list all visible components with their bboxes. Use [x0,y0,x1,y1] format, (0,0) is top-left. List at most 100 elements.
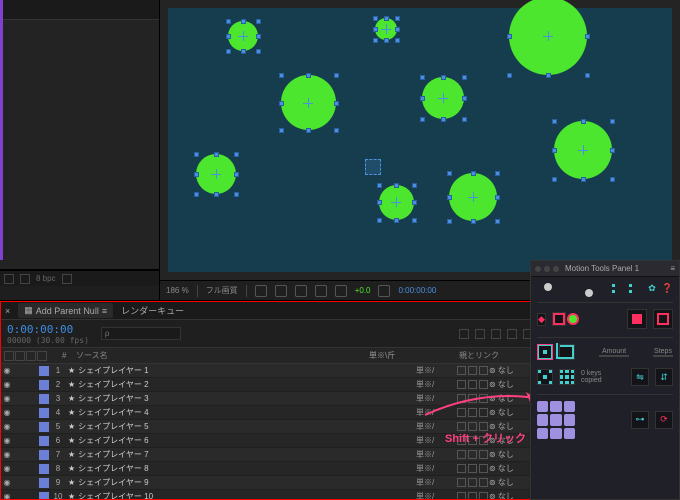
align-tool[interactable] [537,369,553,385]
selection-handle[interactable] [462,96,467,101]
selection-handle[interactable] [471,171,476,176]
selection-handle[interactable] [581,177,586,182]
selection-handle[interactable] [447,219,452,224]
canvas[interactable] [168,8,672,272]
switch-1[interactable] [457,394,466,403]
selection-handle[interactable] [610,148,615,153]
header-icon[interactable] [475,329,485,339]
outline-rect-tool[interactable] [653,309,673,329]
flip-v-tool[interactable]: ⇵ [655,368,673,386]
layer-search-input[interactable] [101,327,181,340]
selection-handle[interactable] [256,49,261,54]
bpc-label[interactable]: 8 bpc [36,274,56,283]
selection-handle[interactable] [256,34,261,39]
selection-handle[interactable] [306,128,311,133]
switch-1[interactable] [457,478,466,487]
layer-name[interactable]: シェイプレイヤー 6 [78,435,416,446]
switch-2[interactable] [468,492,477,499]
viewport-icon[interactable] [295,285,307,297]
selection-handle[interactable] [552,148,557,153]
label-color[interactable] [39,464,49,474]
motion-tool-2[interactable]: ⟳ [655,411,673,429]
layer-name[interactable]: シェイプレイヤー 8 [78,463,416,474]
anchor-center-tool[interactable] [537,344,553,360]
switch-1[interactable] [457,380,466,389]
panel-header[interactable]: Motion Tools Panel 1 ≡ [531,261,679,277]
selection-handle[interactable] [412,200,417,205]
selection-handle[interactable] [420,96,425,101]
selection-handle[interactable] [462,117,467,122]
selection-handle[interactable] [279,101,284,106]
switch-3[interactable] [479,478,488,487]
selection-handle[interactable] [412,183,417,188]
source-column[interactable]: ソース名 [76,350,369,361]
selection-handle[interactable] [279,73,284,78]
switch-3[interactable] [479,366,488,375]
layer-row[interactable]: ◉ 10 ★ シェイプレイヤー 10 単※/ ⊚なし⌄ [1,490,539,499]
switch-2[interactable] [468,366,477,375]
label-color[interactable] [39,394,49,404]
selection-handle[interactable] [546,73,551,78]
layer-name[interactable]: シェイプレイヤー 4 [78,407,416,418]
layer-mode[interactable]: 単※/ [416,407,456,418]
selection-handle[interactable] [241,49,246,54]
layer-mode[interactable]: 単※/ [416,477,456,488]
layer-name[interactable]: シェイプレイヤー 10 [78,491,416,499]
visibility-toggle[interactable]: ◉ [1,408,13,417]
layer-row[interactable]: ◉ 5 ★ シェイプレイヤー 5 単※/ ⊚なし⌄ [1,420,539,434]
layer-mode[interactable]: 単※/ [416,463,456,474]
selection-handle[interactable] [495,219,500,224]
switch-1[interactable] [457,422,466,431]
switch-1[interactable] [457,366,466,375]
layer-row[interactable]: ◉ 8 ★ シェイプレイヤー 8 単※/ ⊚なし⌄ [1,462,539,476]
exposure-label[interactable]: +0.0 [355,286,371,295]
selection-handle[interactable] [334,128,339,133]
selection-handle[interactable] [226,19,231,24]
selection-handle[interactable] [234,192,239,197]
solo-column-icon[interactable] [26,351,36,361]
layer-row[interactable]: ◉ 3 ★ シェイプレイヤー 3 単※/ ⊚なし⌄ [1,392,539,406]
switch-3[interactable] [479,394,488,403]
selection-handle[interactable] [194,152,199,157]
diamond-tool[interactable]: ◆ [537,313,546,326]
selection-handle[interactable] [241,19,246,24]
tab-icon[interactable]: × [5,306,10,316]
switch-3[interactable] [479,492,488,499]
selection-handle[interactable] [552,119,557,124]
selection-handle[interactable] [373,16,378,21]
selection-handle[interactable] [334,73,339,78]
layer-name[interactable]: シェイプレイヤー 1 [78,365,416,376]
mode-column[interactable]: 単※\斤 [369,350,409,361]
selection-handle[interactable] [552,177,557,182]
switch-3[interactable] [479,464,488,473]
switch-1[interactable] [457,492,466,499]
switch-1[interactable] [457,450,466,459]
fill-rect-tool[interactable] [627,309,647,329]
window-controls[interactable] [535,266,559,272]
selection-handle[interactable] [394,183,399,188]
selection-handle[interactable] [279,128,284,133]
visibility-toggle[interactable]: ◉ [1,478,13,487]
gear-icon[interactable]: ✿ [648,283,656,294]
selection-handle[interactable] [256,19,261,24]
switch-2[interactable] [468,450,477,459]
label-color[interactable] [39,366,49,376]
visibility-toggle[interactable]: ◉ [1,422,13,431]
label-color[interactable] [39,492,49,500]
selection-handle[interactable] [420,75,425,80]
layer-row[interactable]: ◉ 2 ★ シェイプレイヤー 2 単※/ ⊚なし⌄ [1,378,539,392]
header-icon[interactable] [491,329,501,339]
header-icon[interactable] [459,329,469,339]
viewport-icon[interactable] [315,285,327,297]
selection-handle[interactable] [234,172,239,177]
flip-h-tool[interactable]: ⇋ [631,368,649,386]
selection-handle[interactable] [214,192,219,197]
selection-handle[interactable] [377,183,382,188]
selection-handle[interactable] [412,218,417,223]
layer-row[interactable]: ◉ 7 ★ シェイプレイヤー 7 単※/ ⊚なし⌄ [1,448,539,462]
selection-handle[interactable] [306,73,311,78]
switch-2[interactable] [468,408,477,417]
selection-handle[interactable] [441,117,446,122]
switch-1[interactable] [457,408,466,417]
visibility-toggle[interactable]: ◉ [1,450,13,459]
